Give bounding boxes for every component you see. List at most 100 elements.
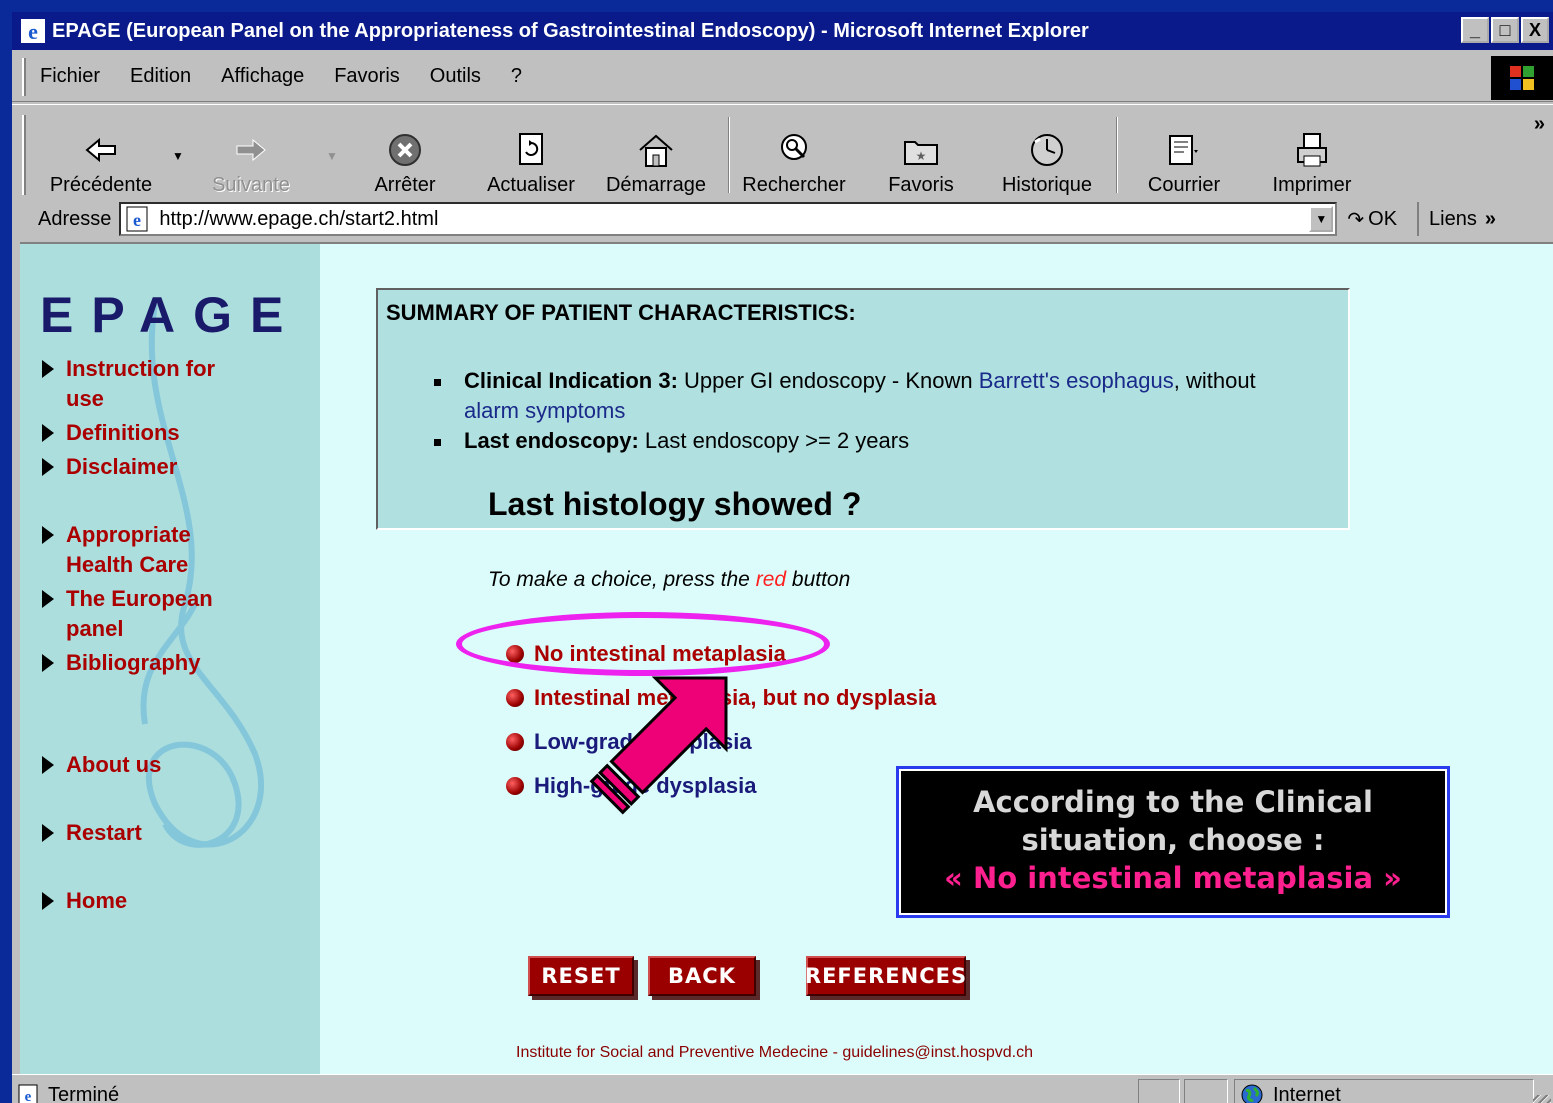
sidebar-item-european-panel[interactable]: The European panel [42, 584, 213, 644]
back-label: Précédente [49, 174, 153, 196]
sidebar-item-disclaimer[interactable]: Disclaimer [42, 452, 177, 482]
list-item: Clinical Indication 3: Upper GI endoscop… [434, 366, 1334, 426]
sidebar-item-label: Bibliography [66, 650, 201, 675]
indication-label: Clinical Indication 3: [464, 368, 678, 393]
stop-label: Arrêter [374, 174, 436, 196]
sidebar-item-about-us[interactable]: About us [42, 750, 161, 780]
alarm-symptoms-link[interactable]: alarm symptoms [464, 398, 625, 423]
ie-logo-icon: e [21, 19, 45, 44]
option-intestinal-metaplasia[interactable]: Intestinal metaplasia, but no dysplasia [506, 676, 936, 720]
list-item: Last endoscopy: Last endoscopy >= 2 year… [434, 426, 1334, 456]
forward-label: Suivante [212, 174, 290, 196]
sidebar-item-restart[interactable]: Restart [42, 818, 142, 848]
status-text: Terminé [48, 1083, 120, 1103]
option-high-grade-dysplasia[interactable]: High-grade dysplasia [506, 764, 936, 808]
status-panel [1138, 1079, 1180, 1103]
refresh-label: Actualiser [487, 174, 575, 196]
printer-icon [1297, 133, 1327, 167]
instruction-before: To make a choice, press the [488, 568, 756, 591]
menu-help[interactable]: ? [511, 65, 522, 88]
triangle-icon [42, 424, 54, 442]
print-label: Imprimer [1272, 174, 1352, 196]
links-button[interactable]: Liens » [1417, 202, 1496, 236]
sidebar-item-label: The European [66, 586, 213, 611]
option-low-grade-dysplasia[interactable]: Low-grade dysplasia [506, 720, 936, 764]
address-dropdown-icon[interactable]: ▼ [1309, 206, 1334, 232]
toolbar-separator [728, 117, 730, 193]
links-more-icon: » [1484, 207, 1496, 230]
minimize-button[interactable]: _ [1461, 17, 1489, 43]
summary-list: Clinical Indication 3: Upper GI endoscop… [434, 366, 1334, 456]
history-icon [1031, 134, 1063, 166]
status-message: e Terminé [18, 1084, 119, 1103]
address-bar: Adresse e http://www.epage.ch/start2.htm… [12, 196, 1553, 242]
maximize-button[interactable]: □ [1491, 17, 1519, 43]
menu-outils[interactable]: Outils [430, 65, 481, 88]
browser-window: e EPAGE (European Panel on the Appropria… [12, 12, 1553, 1103]
window-title: EPAGE (European Panel on the Appropriate… [52, 19, 1089, 42]
zone-label: Internet [1273, 1083, 1341, 1103]
instruction-red: red [755, 568, 787, 591]
search-button[interactable]: Rechercher [734, 111, 854, 197]
history-button[interactable]: Historique [992, 111, 1102, 197]
back-button[interactable]: Précédente [46, 111, 156, 197]
security-zone: Internet [1234, 1079, 1534, 1103]
sidebar-item-appropriate-health-care[interactable]: Appropriate Health Care [42, 520, 191, 580]
option-label: High-grade dysplasia [534, 773, 757, 798]
red-bullet-icon [506, 733, 524, 751]
menu-affichage[interactable]: Affichage [221, 65, 304, 88]
barretts-link[interactable]: Barrett's esophagus [979, 368, 1174, 393]
status-panel [1184, 1079, 1228, 1103]
indication-text: Upper GI endoscopy - Known [677, 368, 979, 393]
choice-instruction: To make a choice, press the red button [488, 568, 850, 592]
toolbar-more-icon[interactable]: » [1534, 113, 1545, 136]
svg-text:e: e [28, 19, 38, 44]
window-controls: _ □ X [1461, 17, 1549, 43]
sidebar-item-definitions[interactable]: Definitions [42, 418, 180, 448]
menu-edition[interactable]: Edition [130, 65, 191, 88]
toolbar-separator [1116, 117, 1118, 193]
home-button[interactable]: Démarrage [596, 111, 716, 197]
address-input[interactable]: e http://www.epage.ch/start2.html ▼ [119, 202, 1338, 236]
last-endoscopy-label: Last endoscopy: [464, 428, 639, 453]
sidebar: EPAGE Instruction for use Definitions Dis… [20, 244, 320, 1074]
triangle-icon [42, 590, 54, 608]
back-dropdown-icon[interactable]: ▼ [172, 149, 184, 163]
summary-title: SUMMARY OF PATIENT CHARACTERISTICS: [386, 300, 856, 325]
forward-dropdown-icon[interactable]: ▼ [326, 149, 338, 163]
menu-favoris[interactable]: Favoris [334, 65, 400, 88]
option-label: Intestinal metaplasia, but no dysplasia [534, 685, 937, 710]
sidebar-item-instruction[interactable]: Instruction for use [42, 354, 215, 414]
references-button[interactable]: REFERENCES [805, 956, 966, 996]
go-button[interactable]: ↷ OK [1347, 207, 1397, 232]
forward-button[interactable]: Suivante [196, 111, 306, 197]
stop-button[interactable]: Arrêter [360, 111, 450, 197]
menu-grip [22, 57, 26, 96]
last-endoscopy-text: Last endoscopy >= 2 years [638, 428, 910, 453]
home-label: Démarrage [605, 174, 707, 196]
print-button[interactable]: Imprimer [1262, 111, 1362, 197]
reset-button[interactable]: RESET [528, 956, 634, 996]
mail-button[interactable]: Courrier [1134, 111, 1234, 197]
mail-icon [1169, 135, 1198, 165]
favorites-button[interactable]: ★ Favoris [878, 111, 964, 197]
sidebar-item-bibliography[interactable]: Bibliography [42, 648, 200, 678]
title-bar: e EPAGE (European Panel on the Appropria… [12, 12, 1553, 50]
instruction-callout: According to the Clinical situation, cho… [896, 766, 1450, 918]
toolbar: Précédente ▼ Suivante ▼ Arrêter Actualis… [12, 104, 1553, 204]
sidebar-item-home[interactable]: Home [42, 886, 127, 916]
links-label: Liens [1429, 207, 1477, 230]
sidebar-item-label: Health Care [66, 552, 189, 577]
refresh-button[interactable]: Actualiser [476, 111, 586, 197]
resize-grip[interactable] [1533, 1095, 1551, 1103]
favorites-label: Favoris [888, 174, 954, 196]
mail-label: Courrier [1147, 174, 1221, 196]
svg-text:e: e [133, 210, 141, 230]
footer-contact[interactable]: Institute for Social and Preventive Mede… [516, 1044, 1033, 1062]
close-button[interactable]: X [1521, 17, 1549, 43]
menu-fichier[interactable]: Fichier [40, 65, 100, 88]
status-bar: e Terminé Internet [12, 1074, 1553, 1103]
page-content: EPAGE Instruction for use Definitions Dis… [20, 242, 1553, 1074]
back-page-button[interactable]: BACK [648, 956, 756, 996]
red-bullet-icon [506, 689, 524, 707]
